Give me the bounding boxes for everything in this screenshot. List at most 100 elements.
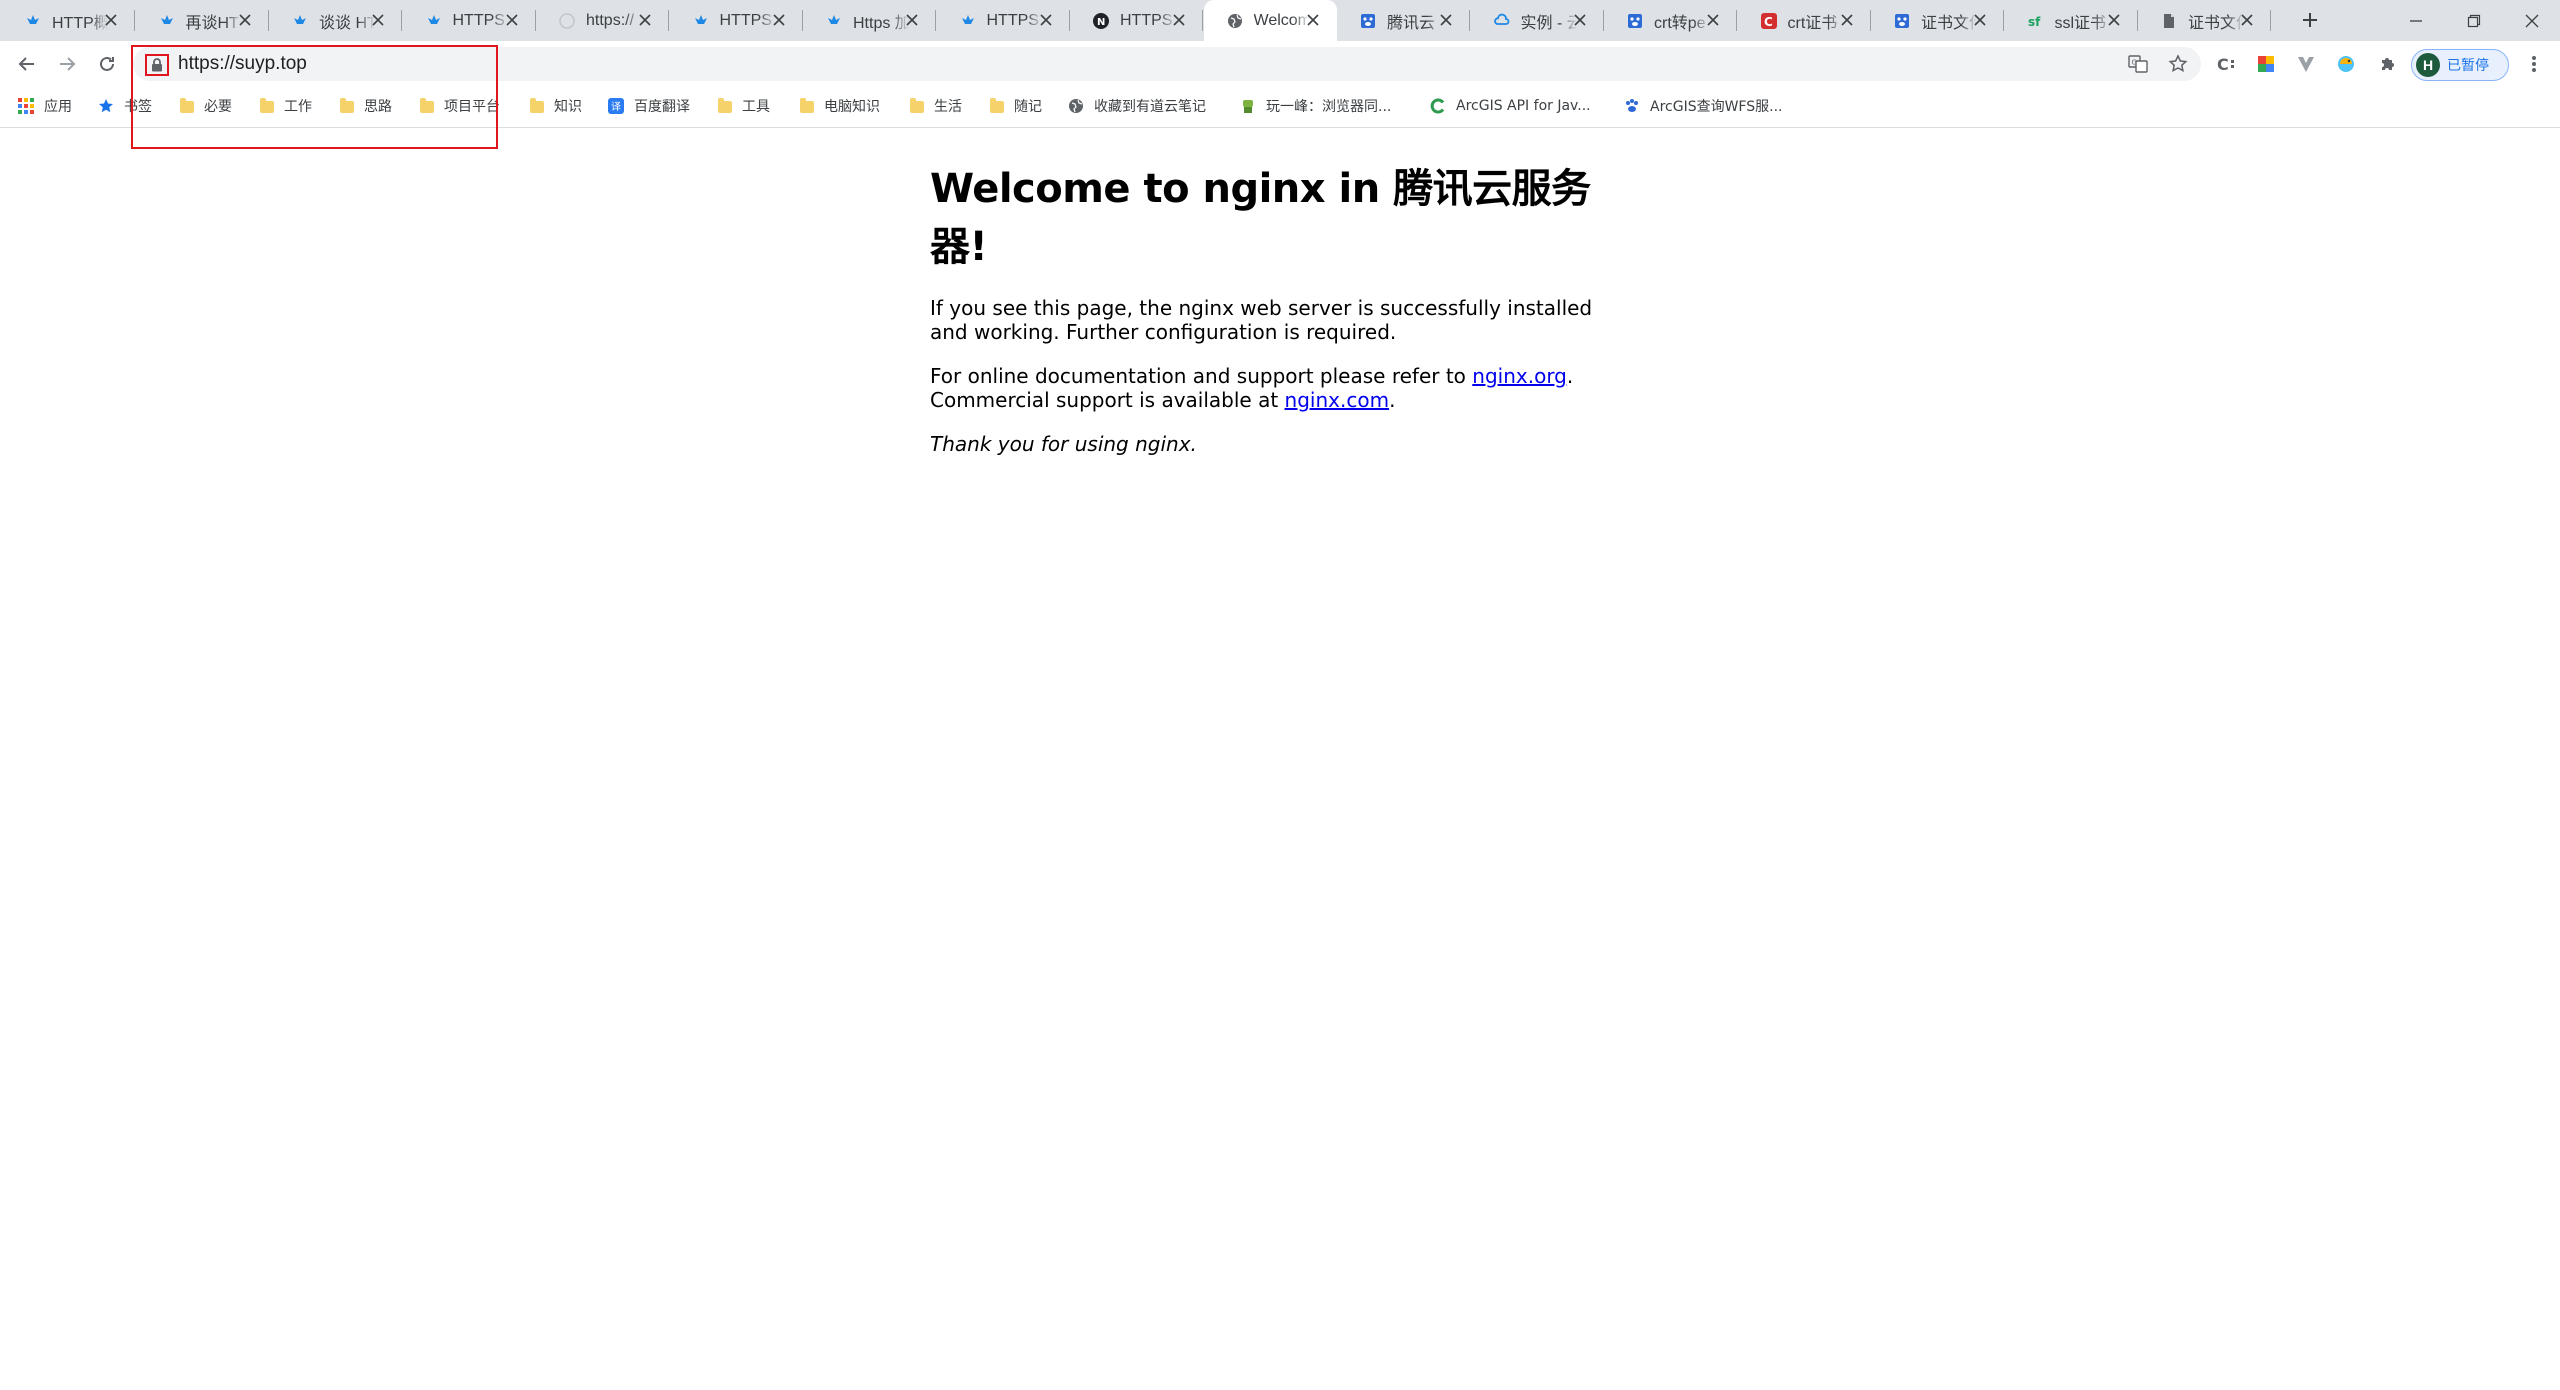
extension-c-button[interactable]: C	[2214, 52, 2238, 76]
close-window-button[interactable]	[2504, 0, 2560, 41]
tab[interactable]: HTTPS	[403, 0, 536, 41]
tab[interactable]: N HTTPS	[1070, 0, 1203, 41]
svg-text:译: 译	[611, 101, 621, 113]
page-content: Welcome to nginx in 腾讯云服务器! If you see t…	[930, 140, 1620, 476]
svg-text:C: C	[1764, 15, 1773, 29]
nginx-org-link[interactable]: nginx.org	[1472, 364, 1567, 388]
star-icon	[98, 98, 114, 114]
bookmark-item[interactable]: 收藏到有道云笔记	[1068, 92, 1206, 120]
tab[interactable]: 证书文件	[2138, 0, 2271, 41]
close-icon	[1039, 14, 1052, 26]
tab-close-button[interactable]	[902, 10, 922, 30]
reload-button[interactable]	[92, 49, 122, 79]
menu-button[interactable]	[2522, 52, 2546, 76]
c-green-icon	[1430, 98, 1446, 114]
tab[interactable]: Https 加	[803, 0, 936, 41]
bookmark-label: 玩一峰：浏览器同...	[1266, 99, 1392, 115]
tab-close-button[interactable]	[1837, 10, 1857, 30]
tab-title: ssl证书	[2054, 14, 2107, 32]
tab-close-button[interactable]	[235, 10, 255, 30]
bookmark-item[interactable]: 应用	[18, 92, 72, 120]
profile-button[interactable]: H 已暂停	[2411, 49, 2509, 81]
tab[interactable]: HTTP概	[2, 0, 135, 41]
github-icon	[558, 12, 576, 30]
bookmark-item[interactable]: 电脑知识	[800, 92, 880, 120]
tab[interactable]: 证书文件	[1871, 0, 2004, 41]
folder-icon	[910, 98, 924, 113]
tab-close-button[interactable]	[1570, 10, 1590, 30]
tab-close-button[interactable]	[502, 10, 522, 30]
close-icon	[105, 14, 117, 26]
tab-close-button[interactable]	[1436, 10, 1456, 30]
tab-active[interactable]: Welcome	[1203, 0, 1337, 41]
tab-close-button[interactable]	[2104, 10, 2124, 30]
new-tab-button[interactable]	[2296, 6, 2324, 34]
tab-close-button[interactable]	[1970, 10, 1990, 30]
bookmark-item[interactable]: 译 百度翻译	[608, 92, 690, 120]
extension-v-button[interactable]	[2294, 52, 2318, 76]
tab[interactable]: 实例 - 云	[1471, 0, 1604, 41]
tab-close-button[interactable]	[635, 10, 655, 30]
bookmark-item[interactable]: ArcGIS API for Jav...	[1430, 92, 1591, 120]
globe-icon	[1068, 98, 1084, 114]
tab-close-button[interactable]	[368, 10, 388, 30]
bookmark-label: 百度翻译	[634, 99, 690, 115]
bookmark-item[interactable]: 玩一峰：浏览器同...	[1240, 92, 1391, 120]
minimize-button[interactable]	[2388, 0, 2444, 41]
tab[interactable]: Ccrt证书	[1738, 0, 1871, 41]
tab-close-button[interactable]	[1169, 10, 1189, 30]
bookmark-item[interactable]: 工具	[718, 92, 770, 120]
blue-bird-icon	[158, 12, 176, 30]
reload-icon	[100, 56, 114, 71]
tab[interactable]: 腾讯云	[1337, 0, 1470, 41]
tab-close-button[interactable]	[101, 10, 121, 30]
bookmark-item[interactable]: 知识	[530, 92, 582, 120]
extensions-button[interactable]	[2376, 52, 2400, 76]
close-icon	[1306, 14, 1319, 26]
nginx-com-link[interactable]: nginx.com	[1285, 388, 1390, 412]
tab-close-button[interactable]	[1036, 10, 1056, 30]
tab-close-button[interactable]	[769, 10, 789, 30]
tab-title: https://	[586, 11, 635, 29]
android-icon	[1240, 98, 1256, 114]
tab[interactable]: HTTPS	[937, 0, 1070, 41]
tab-close-button[interactable]	[1303, 10, 1323, 30]
bookmark-label: 生活	[934, 99, 962, 115]
intro-paragraph: If you see this page, the nginx web serv…	[930, 296, 1593, 344]
avatar: H	[2416, 53, 2440, 77]
tab-title: 证书文件	[2188, 14, 2244, 32]
extension-bird-button[interactable]	[2334, 52, 2358, 76]
blue-bird-icon	[425, 12, 443, 30]
translate-button[interactable]: G	[2126, 52, 2150, 76]
forward-button[interactable]	[52, 49, 82, 79]
extension-color-button[interactable]	[2254, 52, 2278, 76]
restore-icon	[2467, 14, 2481, 27]
back-button[interactable]	[12, 49, 42, 79]
bookmark-star-button[interactable]	[2166, 52, 2190, 76]
bookmark-item[interactable]: 随记	[990, 92, 1042, 120]
restore-button[interactable]	[2446, 0, 2502, 41]
tab-close-button[interactable]	[2237, 10, 2257, 30]
tab-title: crt转pe	[1654, 14, 1706, 32]
tab-title: HTTP概	[52, 14, 108, 32]
tab[interactable]: sf ssl证书	[2005, 0, 2138, 41]
bookmark-label: 工具	[742, 99, 770, 115]
blue-bird-icon	[959, 12, 977, 30]
close-icon	[639, 14, 651, 26]
tab[interactable]: crt转pe	[1604, 0, 1737, 41]
blue-bird-icon	[825, 12, 843, 30]
close-icon	[906, 14, 918, 26]
tab-title: 谈谈 HT	[319, 14, 375, 32]
tab[interactable]: https://	[536, 0, 669, 41]
bookmark-item[interactable]: 生活	[910, 92, 962, 120]
apps-grid-icon	[18, 98, 34, 114]
bookmark-item[interactable]: ArcGIS查询WFS服...	[1624, 92, 1782, 120]
tab-close-button[interactable]	[1703, 10, 1723, 30]
translate-icon: 译	[608, 98, 624, 114]
tab[interactable]: 再谈HT	[136, 0, 269, 41]
tab[interactable]: HTTPS	[670, 0, 803, 41]
minimize-icon	[2410, 19, 2422, 22]
translate-icon: G	[2128, 55, 2148, 73]
svg-text:sf: sf	[2028, 15, 2041, 29]
tab[interactable]: 谈谈 HT	[269, 0, 402, 41]
